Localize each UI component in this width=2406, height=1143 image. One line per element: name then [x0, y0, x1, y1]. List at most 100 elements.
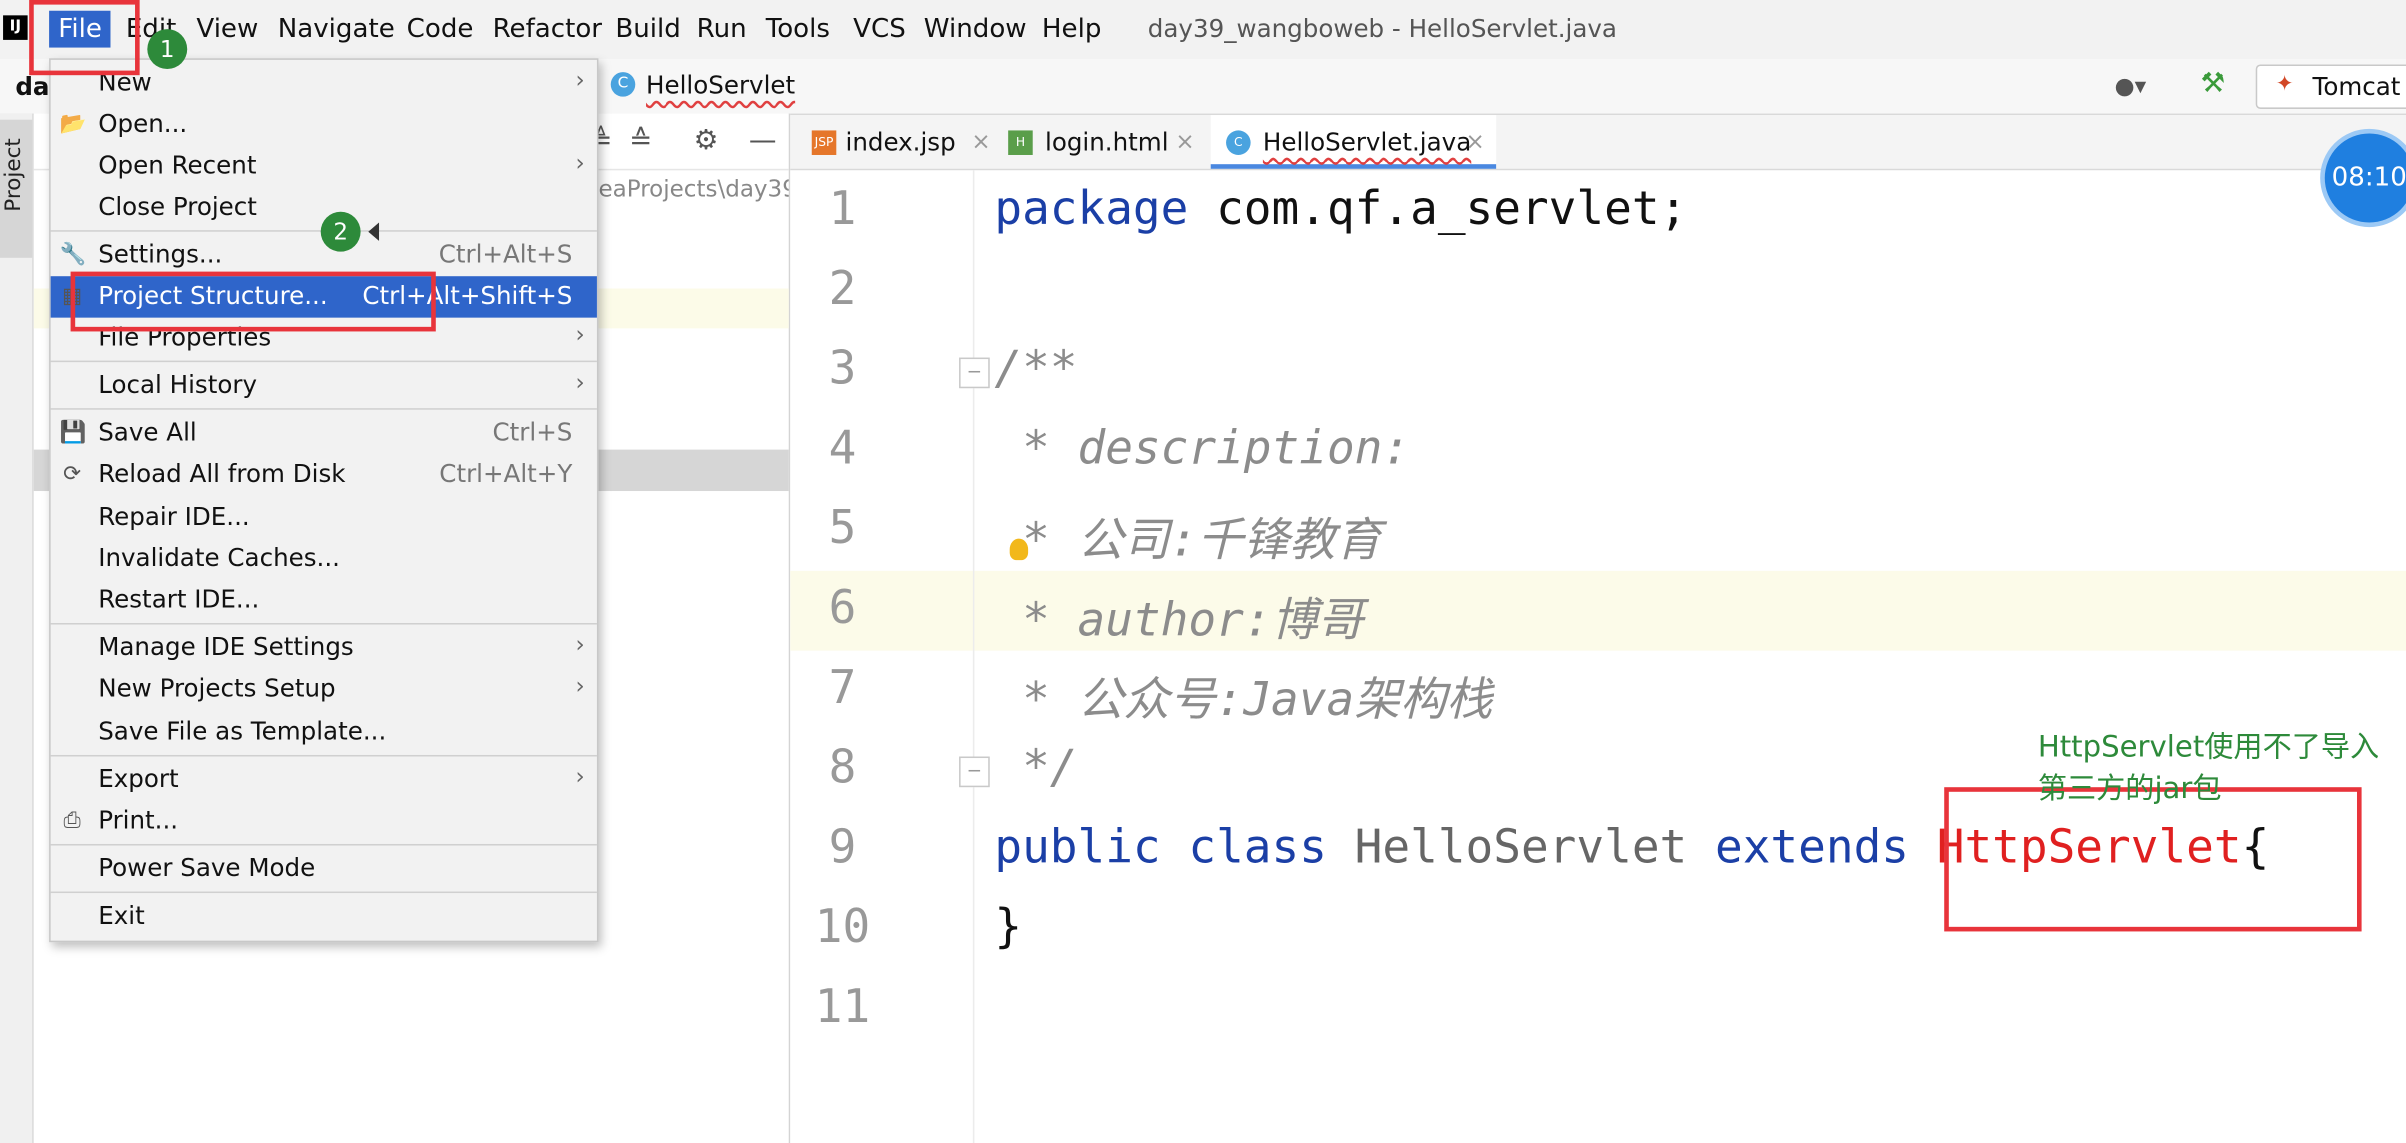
menu-separator [50, 891, 597, 894]
menu-item-label: Exit [98, 900, 145, 930]
class-name: HelloServlet [1354, 820, 1688, 875]
menu-navigate[interactable]: Navigate [278, 14, 395, 45]
line-number: 10 [814, 900, 871, 955]
code-line-1: package com.qf.a_servlet; [994, 183, 1687, 237]
fold-toggle-icon[interactable]: − [959, 756, 990, 788]
hammer-icon[interactable]: ⚒ [2200, 68, 2225, 100]
menu-item-local-history[interactable]: Local History › [51, 365, 597, 406]
project-tool-tab-label: Project [1, 138, 27, 212]
run-configuration-select[interactable]: ✦ Tomcat [2255, 64, 2406, 109]
step-badge-2: 2 [320, 211, 361, 252]
line-number: 2 [828, 262, 857, 317]
menu-tools[interactable]: Tools [766, 14, 830, 45]
keyword-public: public [994, 820, 1161, 875]
line-number: 7 [828, 661, 857, 716]
menu-bar: IJ File Edit View Navigate Code Refactor… [0, 0, 2406, 60]
menu-item-invalidate-caches[interactable]: Invalidate Caches... [51, 539, 597, 580]
project-tool-tab[interactable]: Project [0, 119, 33, 258]
code-line-3: /** [994, 342, 1078, 396]
code-line-10: } [994, 900, 1023, 955]
window-title: day39_wangboweb - HelloServlet.java [1147, 13, 1617, 43]
app-logo-icon: IJ [3, 15, 28, 40]
line-number: 11 [814, 980, 871, 1035]
menu-item-open-recent[interactable]: Open Recent › [51, 146, 597, 187]
menu-item-label: Export [98, 764, 179, 794]
submenu-arrow-icon: › [575, 672, 585, 700]
pointer-arrow-icon [368, 222, 380, 241]
submenu-arrow-icon: › [575, 320, 585, 349]
package-name: com.qf.a_servlet; [1188, 182, 1688, 237]
keyword-package: package [994, 182, 1189, 237]
menu-item-label: Settings... [98, 239, 223, 269]
close-icon[interactable]: × [1175, 127, 1194, 155]
print-icon: ⎙ [63, 808, 81, 834]
code-line-6: * author:博哥 [994, 593, 1364, 648]
menu-refactor[interactable]: Refactor [493, 14, 602, 45]
menu-code[interactable]: Code [407, 14, 474, 45]
submenu-arrow-icon: › [575, 148, 585, 177]
class-icon: C [1226, 130, 1251, 155]
step-badge-1: 1 [147, 29, 188, 70]
gear-icon[interactable]: ⚙ [694, 124, 719, 156]
menu-item-export[interactable]: Export › [51, 760, 597, 801]
menu-item-label: Save File as Template... [98, 716, 387, 746]
menu-item-label: Print... [98, 805, 179, 835]
menu-item-print[interactable]: ⎙ Print... [51, 801, 597, 842]
ide-window: IJ File Edit View Navigate Code Refactor… [0, 0, 2406, 1143]
save-icon: 💾 [59, 420, 87, 446]
menu-item-power-save-mode[interactable]: Power Save Mode [51, 849, 597, 890]
tab-label: login.html [1044, 127, 1169, 157]
fold-toggle-icon[interactable]: − [959, 357, 990, 389]
jsp-file-icon: JSP [811, 130, 837, 155]
menu-item-manage-ide-settings[interactable]: Manage IDE Settings › [51, 628, 597, 669]
tool-window-strip [0, 113, 34, 1143]
menu-item-label: New Projects Setup [98, 673, 336, 703]
expand-all-icon[interactable]: ≙ [629, 124, 652, 156]
menu-item-label: Open... [98, 108, 188, 139]
menu-item-restart-ide[interactable]: Restart IDE... [51, 580, 597, 621]
tab-helloservlet-java[interactable]: C HelloServlet.java × [1210, 115, 1497, 169]
code-line-5: * 公司:千锋教育 [994, 514, 1382, 568]
menu-separator [50, 843, 597, 846]
breadcrumb-class[interactable]: HelloServlet [646, 71, 795, 100]
line-number: 3 [828, 342, 857, 396]
menu-help[interactable]: Help [1042, 14, 1101, 45]
menu-item-label: Open Recent [98, 150, 257, 180]
menu-run[interactable]: Run [697, 14, 747, 45]
code-line-8: */ [994, 741, 1078, 795]
menu-item-save-all[interactable]: 💾 Save All Ctrl+S [51, 413, 597, 454]
menu-item-new-projects-setup[interactable]: New Projects Setup › [51, 669, 597, 710]
user-icon[interactable]: ●▾ [2115, 72, 2147, 100]
menu-item-label: Invalidate Caches... [98, 543, 340, 573]
menu-item-label: Restart IDE... [98, 584, 260, 614]
keyword-class: class [1188, 820, 1327, 875]
menu-item-exit[interactable]: Exit [51, 896, 597, 937]
menu-window[interactable]: Window [924, 14, 1027, 45]
menu-item-label: Manage IDE Settings [98, 632, 354, 662]
menu-separator [50, 623, 597, 625]
code-editor[interactable]: 1 2 3 4 5 6 7 8 9 10 11 − − package com.… [790, 170, 2406, 1143]
tomcat-icon: ✦ [2275, 72, 2294, 97]
menu-item-save-file-as-template[interactable]: Save File as Template... [51, 712, 597, 753]
menu-item-label: Local History [98, 369, 258, 399]
menu-build[interactable]: Build [615, 14, 681, 45]
menu-item-label: Power Save Mode [98, 853, 316, 883]
menu-item-reload-all[interactable]: ⟳ Reload All from Disk Ctrl+Alt+Y [51, 454, 597, 495]
code-line-4: * description: [994, 421, 1411, 476]
tab-label: index.jsp [845, 127, 956, 157]
close-icon[interactable]: × [971, 127, 990, 155]
code-line-7: * 公众号:Java架构栈 [994, 673, 1493, 728]
tab-index-jsp[interactable]: JSP index.jsp × [803, 115, 996, 169]
menu-item-shortcut: Ctrl+Alt+Y [439, 458, 573, 488]
submenu-arrow-icon: › [575, 630, 585, 659]
menu-view[interactable]: View [196, 14, 258, 45]
close-icon[interactable]: × [1465, 127, 1484, 155]
menu-item-repair-ide[interactable]: Repair IDE... [51, 497, 597, 538]
menu-vcs[interactable]: VCS [853, 14, 906, 45]
minimize-icon[interactable]: — [749, 124, 777, 156]
submenu-arrow-icon: › [575, 65, 585, 94]
menu-item-label: Close Project [98, 191, 257, 221]
menu-item-shortcut: Ctrl+Alt+S [438, 239, 573, 269]
menu-item-open[interactable]: 📂 Open... [51, 104, 597, 145]
line-number: 1 [828, 182, 857, 237]
